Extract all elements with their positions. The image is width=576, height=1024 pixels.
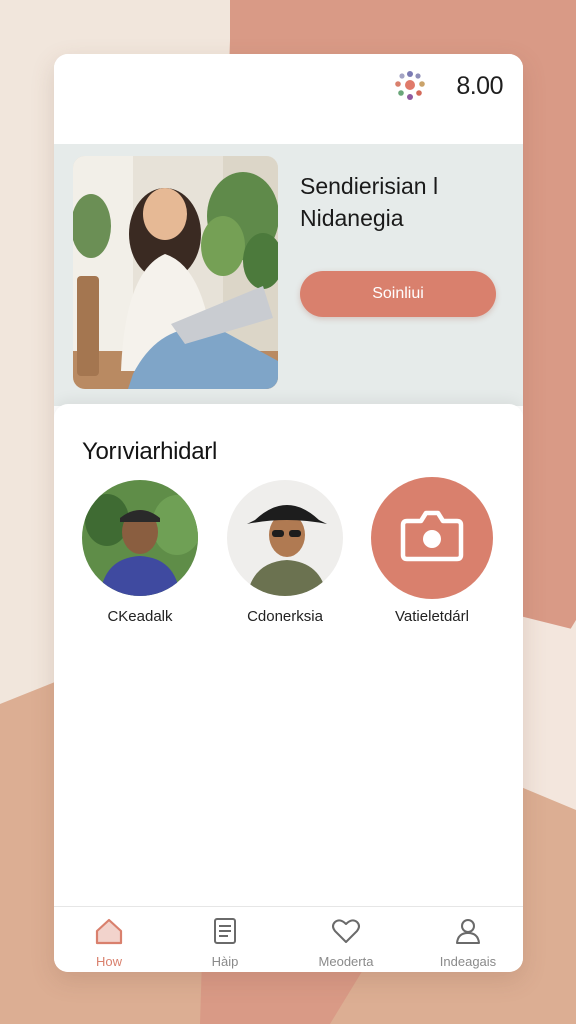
camera-icon — [400, 510, 464, 562]
hero-title: Sendierisian l Nidanegia — [300, 170, 510, 234]
contact-name: Vatieletdárl — [395, 608, 469, 625]
bottom-nav: How Hàip Meoderta Indeagais — [54, 906, 523, 972]
section-title: Yorıviarhidarl — [82, 438, 217, 465]
contact-item[interactable]: CKeadalk — [75, 480, 205, 625]
app-logo-icon — [395, 71, 425, 100]
nav-label: How — [95, 954, 122, 969]
contact-name: Cdonerksia — [247, 608, 323, 625]
hero-title-line-1: Sendierisian l — [300, 173, 439, 199]
nav-item-favorites[interactable]: Meoderta — [296, 917, 396, 969]
hero-title-line-2: Nidanegia — [300, 205, 404, 231]
user-icon — [456, 919, 480, 944]
contacts-panel: Yorıviarhidarl CKeadalk Cdonerksia Vatie… — [54, 404, 523, 906]
nav-item-profile[interactable]: Indeagais — [418, 917, 518, 969]
heart-icon — [332, 919, 360, 943]
contact-name: CKeadalk — [107, 608, 173, 625]
status-time: 8.00 — [456, 72, 503, 100]
document-icon — [214, 918, 236, 944]
add-photo-button[interactable] — [371, 477, 493, 599]
status-bar: 8.00 — [54, 54, 523, 144]
nav-item-document[interactable]: Hàip — [175, 917, 275, 969]
nav-label: Meoderta — [318, 954, 374, 969]
hero-photo — [73, 156, 278, 389]
hero-banner: Sendierisian l Nidanegia Soinliui — [54, 144, 523, 406]
nav-label: Indeagais — [439, 954, 497, 969]
nav-label: Hàip — [211, 954, 239, 969]
home-icon — [95, 918, 123, 945]
hero-cta-button[interactable]: Soinliui — [300, 271, 496, 317]
nav-item-home[interactable]: How — [59, 917, 159, 969]
contact-item[interactable]: Vatieletdárl — [367, 477, 497, 625]
avatar[interactable] — [82, 480, 198, 596]
app-window: 8.00 Sendierisian l Nidanegia Soinliui Y… — [54, 54, 523, 972]
contact-item[interactable]: Cdonerksia — [220, 480, 350, 625]
avatar[interactable] — [227, 480, 343, 596]
